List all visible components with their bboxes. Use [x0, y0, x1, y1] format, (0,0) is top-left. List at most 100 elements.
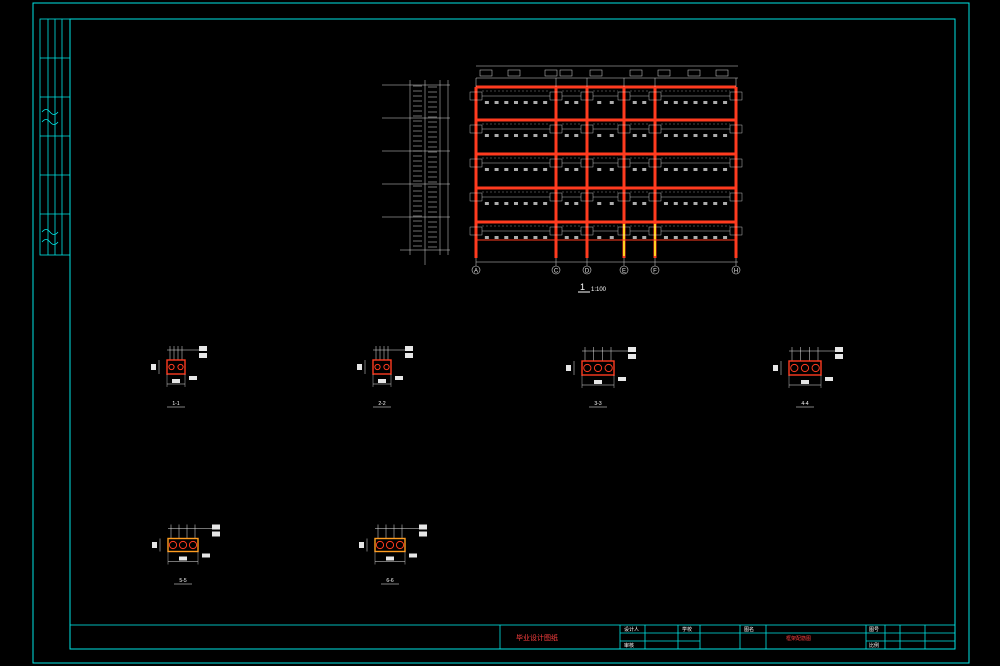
rebar-tag — [523, 236, 528, 239]
rebar-tag — [523, 101, 528, 104]
rebar-tag — [683, 202, 688, 205]
rebar-tag — [723, 134, 728, 137]
section-height-tag — [566, 365, 571, 371]
left-binding-strip — [39, 18, 71, 256]
rebar-tag — [574, 168, 579, 171]
section-label-s2: 2-2 — [378, 401, 385, 407]
rebar-tag — [523, 168, 528, 171]
axis-label-F: F — [653, 269, 657, 275]
section-tag — [199, 346, 207, 351]
rebar-tag — [574, 101, 579, 104]
title-block-drawing-name: 框架配筋图 — [786, 635, 811, 642]
rebar-tag — [523, 134, 528, 137]
section-s6: 6-6 — [359, 524, 427, 585]
section-bottom-tag — [618, 377, 626, 381]
axis-label-H: H — [734, 269, 738, 275]
frame-beam-floor-1 — [476, 220, 736, 224]
rebar-tag — [609, 236, 614, 239]
section-bottom-tag — [825, 377, 833, 381]
rebar-tag — [597, 202, 602, 205]
title-block-frame — [69, 624, 956, 650]
rebar-tag — [713, 101, 718, 104]
rebar-tag — [523, 202, 528, 205]
section-width-tag — [386, 556, 394, 561]
section-label-s1: 1-1 — [172, 401, 179, 407]
rebar-tag — [597, 168, 602, 171]
elevation-scale: 1:100 — [591, 287, 607, 293]
rebar-tag — [703, 168, 708, 171]
rebar-tag — [663, 236, 668, 239]
section-width-tag — [179, 556, 187, 561]
rebar-tag — [543, 202, 548, 205]
rebar-tag — [723, 236, 728, 239]
rebar-tag — [543, 236, 548, 239]
rebar-tag — [484, 134, 489, 137]
rebar-tag — [723, 168, 728, 171]
rebar-tag — [663, 202, 668, 205]
section-height-tag — [151, 364, 156, 370]
rebar-tag — [642, 134, 647, 137]
rebar-tag — [484, 101, 489, 104]
rebar-tag — [673, 101, 678, 104]
section-tag — [405, 353, 413, 358]
rebar-tag — [693, 236, 698, 239]
section-tag — [419, 524, 427, 530]
frame-column-2 — [554, 87, 558, 258]
rebar-tag — [723, 101, 728, 104]
rebar-tag — [713, 236, 718, 239]
cad-drawing-canvas: A C D E F H 1 1:100 1-1 2-2 3-3 4-4 5-5 6-6 毕业设计图纸… — [32, 2, 970, 664]
rebar-tag — [609, 202, 614, 205]
rebar-tag — [663, 134, 668, 137]
section-outline — [788, 360, 822, 376]
rebar-tag — [693, 101, 698, 104]
section-bottom-tag — [189, 376, 197, 380]
rebar-tag — [683, 101, 688, 104]
rebar-tag — [514, 134, 518, 137]
section-width-tag — [378, 379, 386, 383]
section-tag — [628, 354, 636, 359]
section-tag — [405, 346, 413, 351]
rebar-tag — [683, 236, 688, 239]
section-width-tag — [801, 380, 809, 384]
rebar-tag — [642, 236, 647, 239]
rebar-tag — [713, 168, 718, 171]
frame-rebar-annotations — [469, 90, 743, 239]
rebar-tag — [484, 168, 489, 171]
rebar-tag — [673, 236, 678, 239]
section-s4: 4-4 — [773, 347, 843, 408]
section-bottom-tag — [202, 553, 210, 558]
rebar-tag — [533, 168, 538, 171]
section-bottom-tag — [395, 376, 403, 380]
rebar-tag — [494, 101, 499, 104]
rebar-tag — [642, 101, 647, 104]
rebar-tag — [703, 101, 708, 104]
axis-label-C: C — [554, 269, 559, 275]
rebar-tag — [494, 202, 499, 205]
rebar-tag — [703, 202, 708, 205]
title-block-project-title: 毕业设计图纸 — [516, 633, 558, 642]
rebar-tag — [494, 236, 499, 239]
sheet-outer-border — [32, 2, 970, 664]
frame-columns — [474, 87, 738, 258]
rebar-tag — [514, 202, 518, 205]
rebar-tag — [504, 202, 509, 205]
rebar-tag — [597, 236, 602, 239]
rebar-tag — [723, 202, 728, 205]
rebar-tag — [609, 134, 614, 137]
rebar-tag — [632, 101, 637, 104]
section-s1: 1-1 — [151, 346, 207, 408]
rebar-tag — [632, 168, 637, 171]
rebar-tag — [597, 134, 602, 137]
frame-column-1 — [474, 87, 478, 258]
rebar-tag — [663, 168, 668, 171]
section-s5: 5-5 — [152, 524, 220, 585]
axis-label-D: D — [585, 269, 590, 275]
title-block-sheet-label: 图号 — [869, 627, 879, 633]
title-block-scale-label: 比例 — [869, 642, 879, 649]
rebar-tag — [484, 236, 489, 239]
rebar-tag — [484, 202, 489, 205]
section-width-tag — [172, 379, 180, 383]
section-label-s3: 3-3 — [594, 401, 601, 407]
rebar-tag — [713, 134, 718, 137]
frame-beam-floor-5 — [476, 85, 736, 89]
